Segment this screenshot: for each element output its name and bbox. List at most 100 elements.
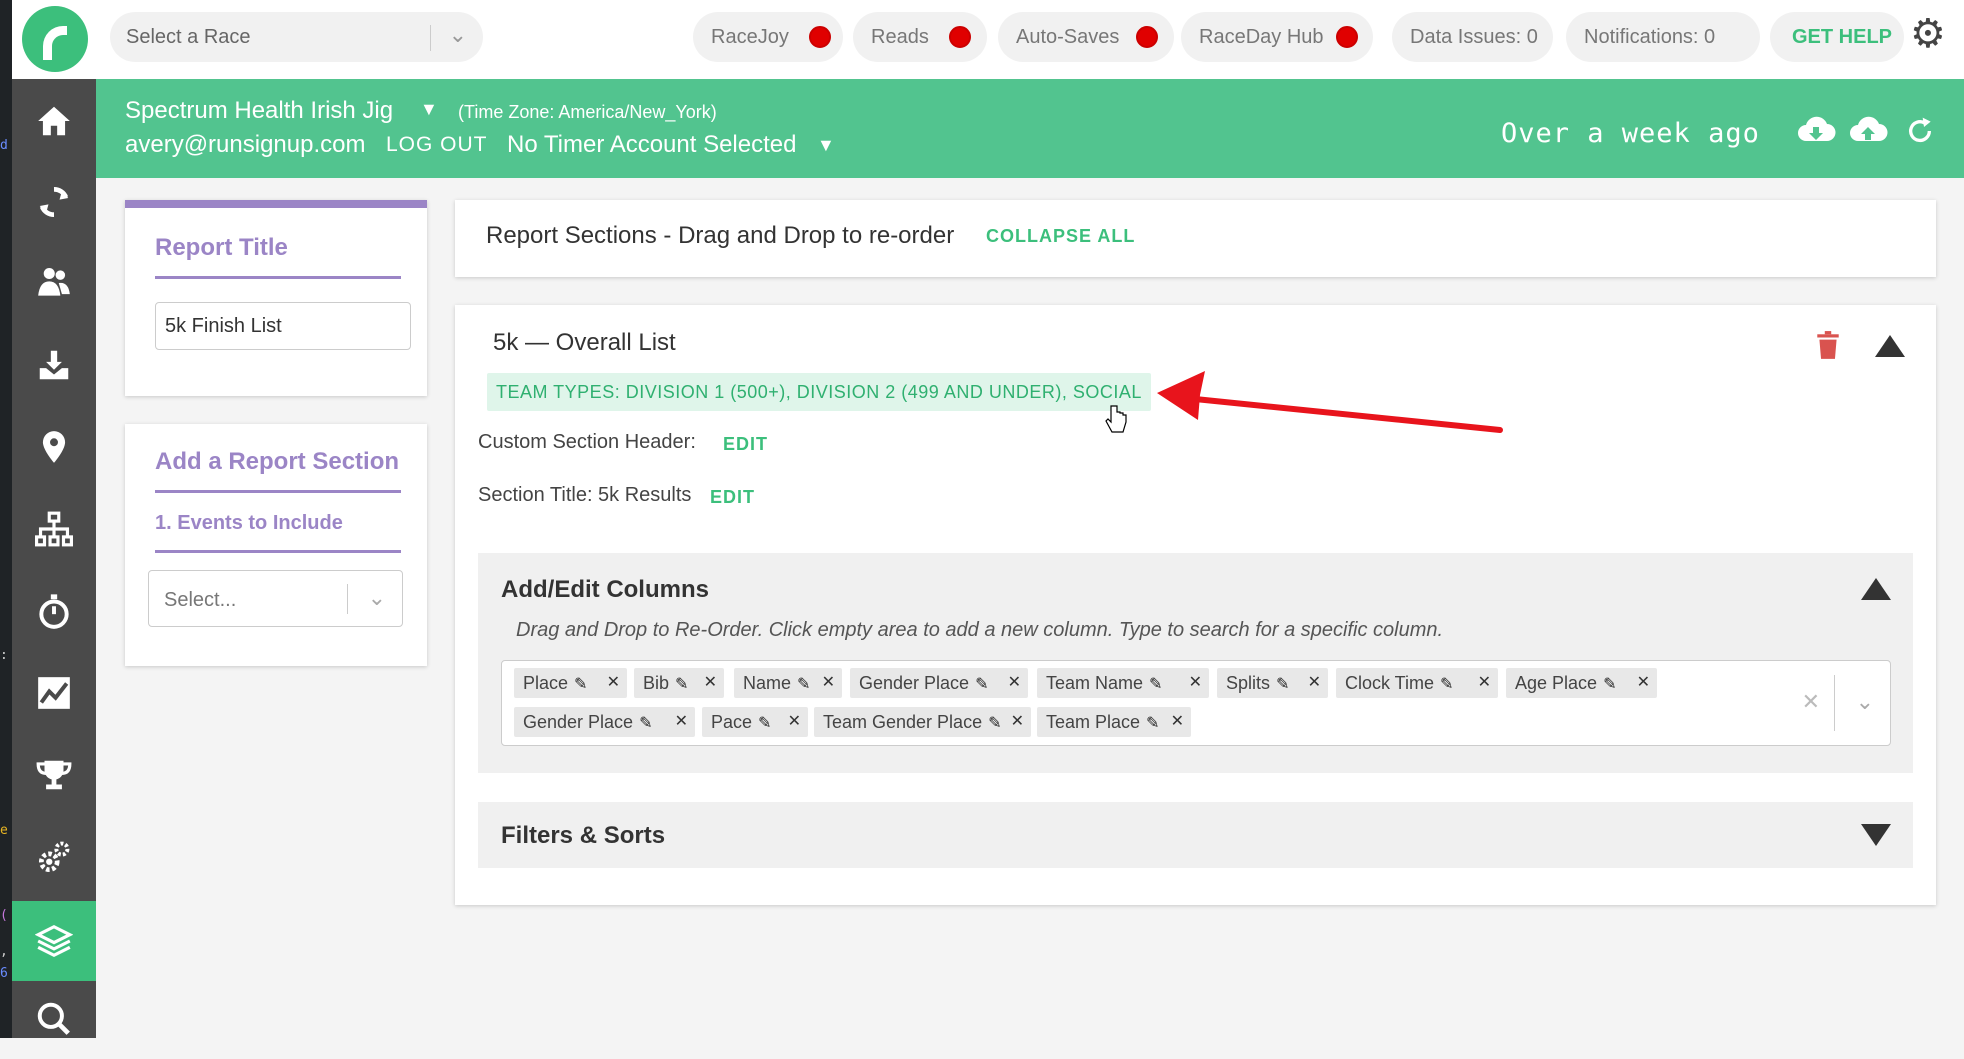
- chevron-down-icon[interactable]: ⌄: [368, 585, 386, 611]
- pencil-icon[interactable]: ✎: [1276, 670, 1289, 700]
- chevron-down-icon[interactable]: ⌄: [1856, 689, 1874, 715]
- remove-icon[interactable]: ✕: [1637, 668, 1650, 698]
- racejoy-label: RaceJoy: [711, 26, 789, 48]
- editor-char: (: [0, 908, 8, 923]
- pencil-icon[interactable]: ✎: [797, 670, 810, 700]
- report-title-input[interactable]: [155, 302, 411, 350]
- pencil-icon[interactable]: ✎: [758, 709, 771, 739]
- layers-icon[interactable]: [12, 901, 96, 981]
- collapse-section-icon[interactable]: [1875, 335, 1905, 357]
- auto-saves-label: Auto-Saves: [1016, 26, 1120, 48]
- collapse-columns-icon[interactable]: [1861, 578, 1891, 600]
- reads-status-pill[interactable]: Reads: [853, 12, 987, 62]
- events-step-label: 1. Events to Include: [155, 512, 343, 534]
- caret-down-icon[interactable]: ▼: [817, 135, 835, 156]
- participants-icon[interactable]: [12, 243, 96, 323]
- remove-icon[interactable]: ✕: [1478, 668, 1491, 698]
- columns-hint: Drag and Drop to Re-Order. Click empty a…: [516, 619, 1444, 641]
- pencil-icon[interactable]: ✎: [574, 670, 587, 700]
- edit-custom-header-link[interactable]: EDIT: [723, 434, 768, 455]
- caret-down-icon[interactable]: ▼: [420, 99, 438, 120]
- download-icon[interactable]: [12, 325, 96, 405]
- column-chip[interactable]: Gender Place ✎ ✕: [850, 668, 1028, 698]
- column-chip[interactable]: Place ✎ ✕: [514, 668, 627, 698]
- logout-link[interactable]: LOG OUT: [386, 133, 488, 157]
- home-icon[interactable]: [12, 81, 96, 161]
- events-select-placeholder: Select...: [164, 589, 237, 611]
- pencil-icon[interactable]: ✎: [639, 709, 652, 739]
- raceday-hub-status-pill[interactable]: RaceDay Hub: [1181, 12, 1373, 62]
- team-types-link[interactable]: TEAM TYPES: DIVISION 1 (500+), DIVISION …: [487, 373, 1151, 411]
- hierarchy-icon[interactable]: [12, 489, 96, 569]
- report-sections-header: Report Sections - Drag and Drop to re-or…: [455, 200, 1936, 277]
- filters-sorts-panel[interactable]: Filters & Sorts: [478, 802, 1913, 868]
- column-chip[interactable]: Team Name ✎ ✕: [1037, 668, 1209, 698]
- data-issues-pill[interactable]: Data Issues: 0: [1392, 12, 1553, 62]
- racejoy-status-pill[interactable]: RaceJoy: [693, 12, 843, 62]
- race-header: Spectrum Health Irish Jig ▼ (Time Zone: …: [96, 79, 1964, 178]
- remove-icon[interactable]: ✕: [1008, 668, 1021, 698]
- columns-multiselect[interactable]: Place ✎ ✕ Bib ✎ ✕ Name ✎ ✕ Gender Place ✎ ✕ Team…: [501, 660, 1891, 746]
- trophy-icon[interactable]: [12, 735, 96, 815]
- user-email: avery@runsignup.com: [125, 131, 366, 158]
- collapse-all-link[interactable]: COLLAPSE ALL: [986, 226, 1135, 247]
- pencil-icon[interactable]: ✎: [1440, 670, 1453, 700]
- auto-saves-status-pill[interactable]: Auto-Saves: [998, 12, 1174, 62]
- editor-char: e: [0, 823, 8, 838]
- remove-icon[interactable]: ✕: [704, 668, 717, 698]
- stopwatch-icon[interactable]: [12, 571, 96, 651]
- column-chip[interactable]: Splits ✎ ✕: [1217, 668, 1328, 698]
- chip-label: Name: [743, 673, 792, 693]
- column-chip[interactable]: Pace ✎ ✕: [702, 707, 808, 737]
- remove-icon[interactable]: ✕: [788, 707, 801, 737]
- pencil-icon[interactable]: ✎: [1146, 709, 1159, 739]
- remove-icon[interactable]: ✕: [675, 707, 688, 737]
- pencil-icon[interactable]: ✎: [975, 670, 988, 700]
- cloud-download-icon[interactable]: [1796, 115, 1836, 154]
- remove-icon[interactable]: ✕: [607, 668, 620, 698]
- chip-label: Bib: [643, 673, 670, 693]
- pencil-icon[interactable]: ✎: [1603, 670, 1616, 700]
- refresh-icon[interactable]: [1904, 115, 1936, 152]
- remove-icon[interactable]: ✕: [822, 668, 835, 698]
- column-chip[interactable]: Bib ✎ ✕: [634, 668, 724, 698]
- chip-label: Age Place: [1515, 673, 1598, 693]
- report-title-heading: Report Title: [155, 234, 288, 261]
- remove-icon[interactable]: ✕: [1189, 668, 1202, 698]
- column-chip[interactable]: Age Place ✎ ✕: [1506, 668, 1657, 698]
- remove-icon[interactable]: ✕: [1171, 707, 1184, 737]
- column-chip[interactable]: Team Gender Place ✎ ✕: [814, 707, 1031, 737]
- clear-all-icon[interactable]: ✕: [1802, 689, 1820, 715]
- trash-icon[interactable]: [1815, 330, 1841, 365]
- search-icon[interactable]: [12, 979, 96, 1059]
- notifications-pill[interactable]: Notifications: 0: [1566, 12, 1760, 62]
- app-logo[interactable]: [22, 6, 88, 72]
- get-help-button[interactable]: GET HELP: [1770, 12, 1904, 62]
- columns-panel: Add/Edit Columns Drag and Drop to Re-Ord…: [478, 553, 1913, 773]
- sync-icon[interactable]: [12, 162, 96, 242]
- cloud-upload-icon[interactable]: [1848, 115, 1888, 154]
- report-section-card[interactable]: 5k — Overall List TEAM TYPES: DIVISION 1…: [455, 305, 1936, 905]
- gear-icon[interactable]: ⚙: [1910, 14, 1946, 54]
- remove-icon[interactable]: ✕: [1011, 707, 1024, 737]
- settings-gears-icon[interactable]: [12, 817, 96, 897]
- remove-icon[interactable]: ✕: [1308, 668, 1321, 698]
- location-icon[interactable]: [12, 407, 96, 487]
- expand-filters-icon[interactable]: [1861, 824, 1891, 846]
- chart-icon[interactable]: [12, 653, 96, 733]
- pencil-icon[interactable]: ✎: [675, 670, 688, 700]
- timer-account-select[interactable]: No Timer Account Selected: [507, 131, 796, 159]
- column-chip[interactable]: Team Place ✎ ✕: [1037, 707, 1191, 737]
- editor-char: :: [0, 648, 8, 663]
- column-chip[interactable]: Gender Place ✎ ✕: [514, 707, 695, 737]
- chip-label: Place: [523, 673, 569, 693]
- pencil-icon[interactable]: ✎: [988, 709, 1001, 739]
- column-chip[interactable]: Clock Time ✎ ✕: [1336, 668, 1498, 698]
- events-select[interactable]: Select... ⌄: [148, 570, 403, 627]
- edit-section-title-link[interactable]: EDIT: [710, 487, 755, 508]
- race-select[interactable]: Select a Race ⌄: [110, 12, 483, 62]
- pencil-icon[interactable]: ✎: [1149, 670, 1162, 700]
- column-chip[interactable]: Name ✎ ✕: [734, 668, 842, 698]
- chevron-down-icon[interactable]: ⌄: [449, 22, 467, 48]
- race-name[interactable]: Spectrum Health Irish Jig: [125, 97, 393, 125]
